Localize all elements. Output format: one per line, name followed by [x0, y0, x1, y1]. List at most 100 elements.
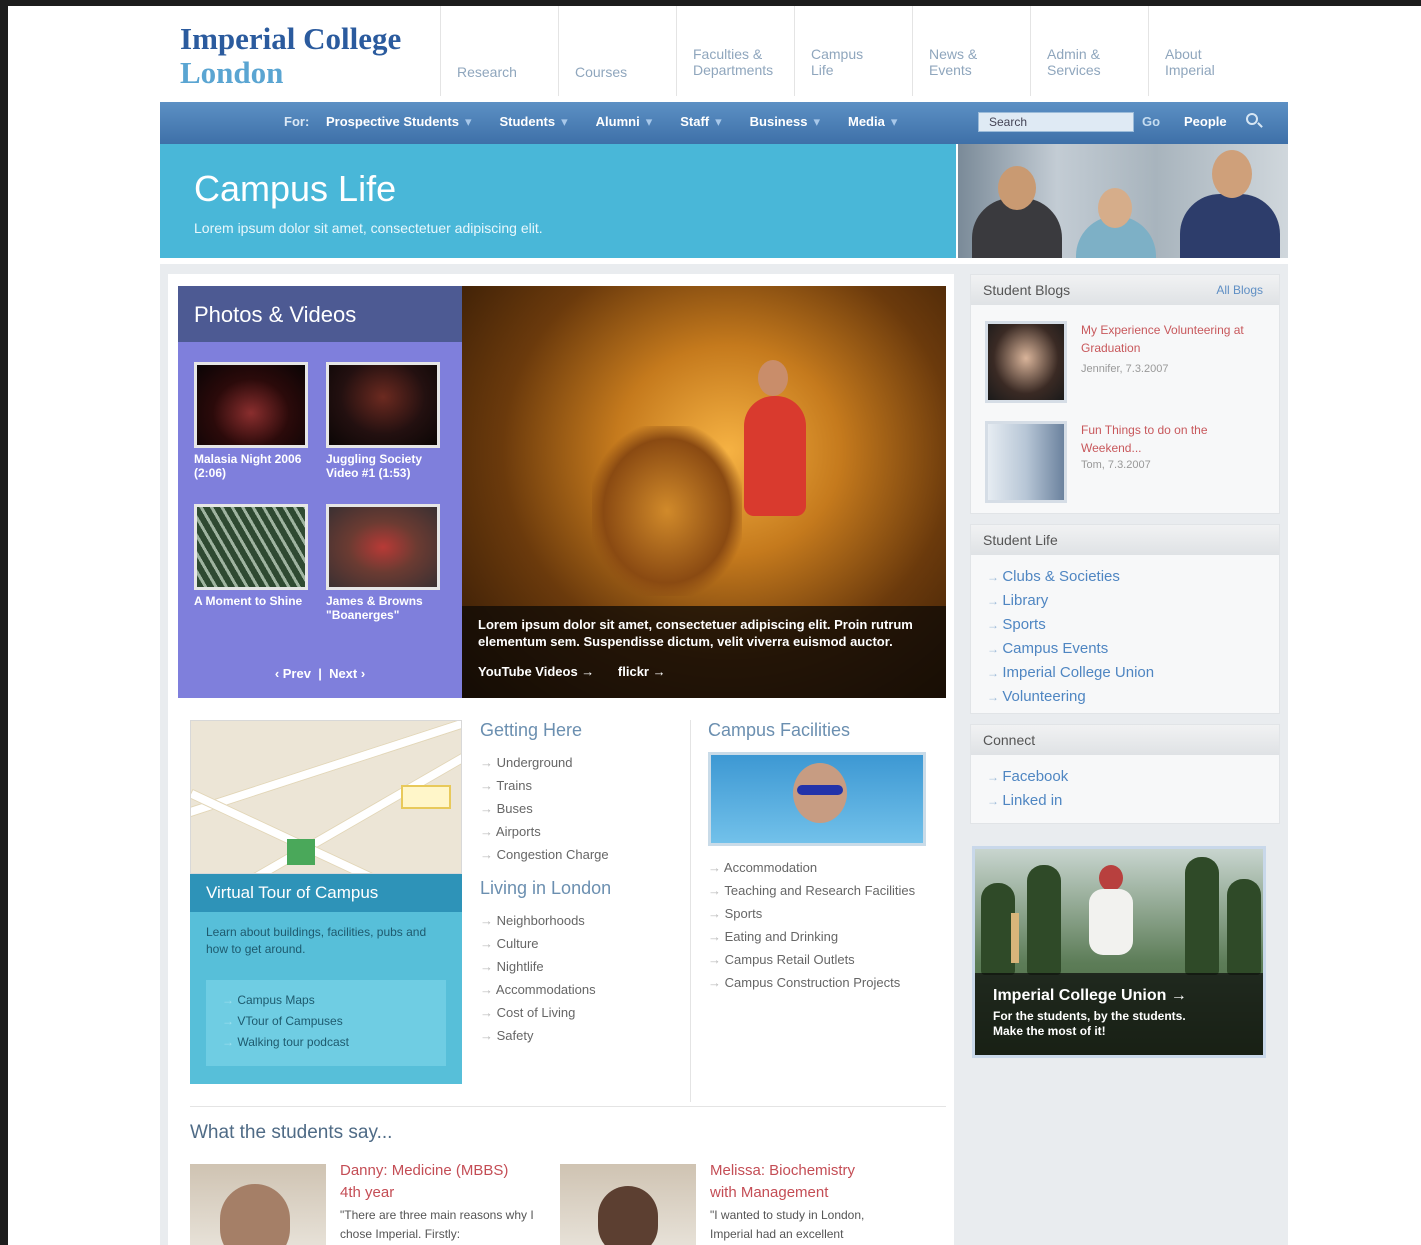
living-in-london-section: Living in London Neighborhoods Culture N…	[480, 878, 680, 1047]
thumbnail-caption[interactable]: Juggling Society Video #1 (1:53)	[326, 452, 454, 480]
virtual-tour-title[interactable]: Virtual Tour of Campus	[190, 874, 462, 912]
blog-author-photo[interactable]	[985, 321, 1067, 403]
nav-label: Staff	[680, 114, 710, 129]
nav-prospective-students[interactable]: Prospective Students ▾	[326, 114, 471, 130]
search-go-button[interactable]: Go	[1142, 114, 1160, 129]
link-clubs-societies[interactable]: Clubs & Societies	[971, 565, 1279, 589]
link-sports[interactable]: Sports	[971, 613, 1279, 637]
photo-person	[1180, 194, 1280, 258]
link-airports[interactable]: Airports	[480, 820, 680, 843]
link-underground[interactable]: Underground	[480, 751, 680, 774]
photo-thumbnail[interactable]	[326, 504, 440, 590]
link-trains[interactable]: Trains	[480, 774, 680, 797]
blog-post-title[interactable]: Fun Things to do on the Weekend...	[1081, 421, 1271, 457]
content-area: Photos & Videos Malasia Night 2006 (2:06…	[160, 264, 1288, 1245]
topnav-admin[interactable]: Admin & Services	[1030, 6, 1148, 96]
topnav-label: Events	[929, 62, 972, 78]
search-input[interactable]: Search	[978, 112, 1134, 132]
site-logo[interactable]: Imperial College London	[180, 22, 401, 90]
link-retail-outlets[interactable]: Campus Retail Outlets	[708, 948, 938, 971]
prev-button[interactable]: ‹ Prev	[275, 666, 311, 681]
photo-cricketer-helmet	[1099, 865, 1123, 891]
link-eating-drinking[interactable]: Eating and Drinking	[708, 925, 938, 948]
link-imperial-college-union[interactable]: Imperial College Union	[971, 661, 1279, 685]
topnav-research[interactable]: Research	[440, 6, 558, 96]
testimonial-name-line: 4th year	[340, 1184, 395, 1201]
link-sports[interactable]: Sports	[708, 902, 938, 925]
topnav-news[interactable]: News & Events	[912, 6, 1030, 96]
topnav-faculties[interactable]: Faculties & Departments	[676, 6, 794, 96]
testimonial-name[interactable]: Melissa: Biochemistry with Management	[710, 1160, 855, 1204]
blog-post-title[interactable]: My Experience Volunteering at Graduation	[1081, 321, 1271, 357]
facilities-links: Accommodation Teaching and Research Faci…	[708, 856, 938, 994]
youtube-videos-link[interactable]: YouTube Videos →	[478, 664, 594, 679]
photo-person-head	[998, 166, 1036, 210]
nav-label: Alumni	[595, 114, 640, 129]
link-congestion-charge[interactable]: Congestion Charge	[480, 843, 680, 866]
link-library[interactable]: Library	[971, 589, 1279, 613]
student-photo-danny[interactable]	[190, 1164, 326, 1245]
link-accommodation[interactable]: Accommodation	[708, 856, 938, 879]
nav-label: Media	[847, 114, 885, 129]
walking-tour-link[interactable]: Walking tour podcast	[222, 1032, 446, 1053]
featured-carousel-photo[interactable]: Lorem ipsum dolor sit amet, consectetuer…	[462, 286, 946, 698]
nav-staff[interactable]: Staff ▾	[680, 114, 721, 130]
nav-alumni[interactable]: Alumni ▾	[596, 114, 653, 130]
link-linkedin[interactable]: Linked in	[971, 789, 1279, 813]
all-blogs-link[interactable]: All Blogs	[1216, 283, 1263, 297]
connect-title: Connect	[971, 725, 1279, 755]
link-teaching-research[interactable]: Teaching and Research Facilities	[708, 879, 938, 902]
thumbnail-caption[interactable]: Malasia Night 2006 (2:06)	[194, 452, 322, 480]
photo-student-head	[598, 1186, 658, 1245]
link-campus-events[interactable]: Campus Events	[971, 637, 1279, 661]
campus-facilities-title: Campus Facilities	[708, 720, 851, 740]
sidebar: Student Blogs All Blogs My Experience Vo…	[962, 274, 1288, 1245]
topnav-campus-life[interactable]: Campus Life	[794, 6, 912, 96]
video-thumbnail[interactable]	[194, 362, 308, 448]
link-accommodations[interactable]: Accommodations	[480, 978, 680, 1001]
map-label	[401, 785, 451, 809]
blog-author-photo[interactable]	[985, 421, 1067, 503]
link-construction-projects[interactable]: Campus Construction Projects	[708, 971, 938, 994]
union-promo[interactable]: Imperial College Union → For the student…	[972, 846, 1266, 1058]
testimonial-name[interactable]: Danny: Medicine (MBBS) 4th year	[340, 1160, 508, 1204]
link-culture[interactable]: Culture	[480, 932, 680, 955]
link-facebook[interactable]: Facebook	[971, 765, 1279, 789]
for-label: For:	[284, 114, 310, 129]
link-buses[interactable]: Buses	[480, 797, 680, 820]
campus-maps-link[interactable]: Campus Maps	[222, 990, 446, 1011]
link-nightlife[interactable]: Nightlife	[480, 955, 680, 978]
people-search-button[interactable]: People	[1184, 114, 1227, 129]
student-life-box: Student Life Clubs & Societies Library S…	[970, 524, 1280, 714]
union-tagline: For the students, by the students. Make …	[993, 1009, 1243, 1039]
photo-rider-head	[758, 360, 788, 396]
swimming-photo[interactable]	[708, 752, 926, 846]
flickr-link[interactable]: flickr →	[618, 664, 666, 679]
student-photo-melissa[interactable]	[560, 1164, 696, 1245]
video-thumbnail[interactable]	[326, 362, 440, 448]
nav-students[interactable]: Students ▾	[499, 114, 567, 130]
thumbnail-caption[interactable]: James & Browns "Boanerges"	[326, 594, 454, 622]
topnav-label: Campus	[811, 46, 864, 62]
topnav-about[interactable]: About Imperial	[1148, 6, 1266, 96]
link-safety[interactable]: Safety	[480, 1024, 680, 1047]
link-cost-of-living[interactable]: Cost of Living	[480, 1001, 680, 1024]
topnav-courses[interactable]: Courses	[558, 6, 676, 96]
audience-navbar: For: Prospective Students ▾ Students ▾ Alu…	[160, 102, 1288, 144]
featured-caption-text: Lorem ipsum dolor sit amet, consectetuer…	[478, 617, 913, 649]
link-neighborhoods[interactable]: Neighborhoods	[480, 909, 680, 932]
link-volunteering[interactable]: Volunteering	[971, 685, 1279, 709]
vtour-campuses-link[interactable]: VTour of Campuses	[222, 1011, 446, 1032]
thumbnail-caption[interactable]: A Moment to Shine	[194, 594, 322, 608]
chevron-down-icon: ▾	[890, 114, 898, 129]
search-icon[interactable]	[1246, 113, 1258, 125]
connect-box: Connect Facebook Linked in	[970, 724, 1280, 824]
nav-media[interactable]: Media ▾	[848, 114, 897, 130]
photo-thumbnail[interactable]	[194, 504, 308, 590]
topnav-label: Services	[1047, 62, 1101, 78]
photo-tree	[1227, 879, 1261, 975]
campus-map[interactable]	[190, 720, 462, 874]
next-button[interactable]: Next ›	[329, 666, 365, 681]
photos-videos-panel: Photos & Videos Malasia Night 2006 (2:06…	[178, 286, 462, 698]
nav-business[interactable]: Business ▾	[750, 114, 820, 130]
